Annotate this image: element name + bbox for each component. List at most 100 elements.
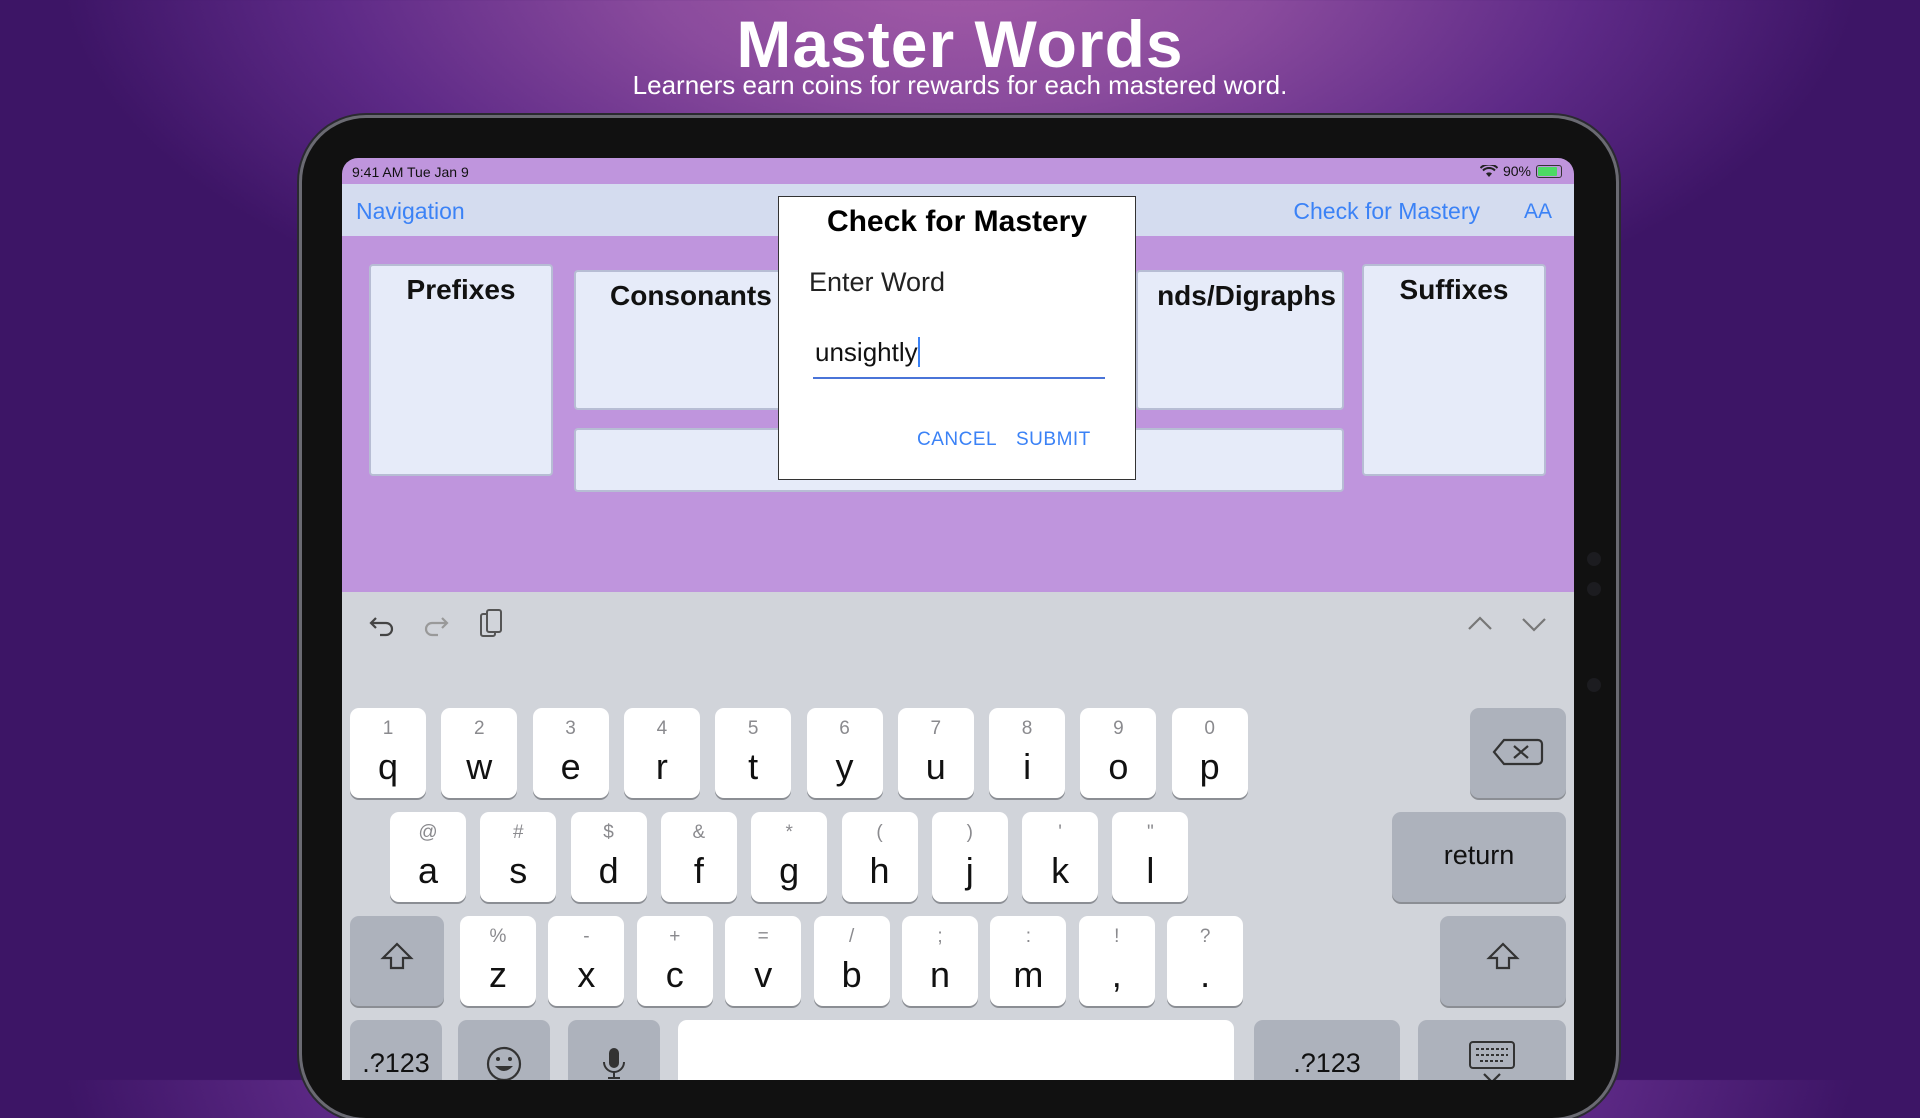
key-v[interactable]: = v xyxy=(725,916,802,1006)
key-label: u xyxy=(925,746,946,787)
key-period[interactable]: ?. xyxy=(1167,916,1244,1006)
key-e[interactable]: 3e xyxy=(532,708,609,798)
key-label: w xyxy=(466,746,493,787)
check-mastery-button[interactable]: Check for Mastery xyxy=(1293,198,1480,225)
key-alt-label: - xyxy=(583,926,590,947)
word-input-value: unsightly xyxy=(815,337,918,367)
key-a[interactable]: @ a xyxy=(390,812,466,902)
previous-field-icon[interactable] xyxy=(1466,612,1494,636)
key-label: e xyxy=(560,746,581,787)
cancel-button[interactable]: CANCEL xyxy=(917,429,997,451)
keyboard-hide-icon xyxy=(1469,1041,1515,1080)
key-p[interactable]: 0p xyxy=(1171,708,1248,798)
submit-button[interactable]: SUBMIT xyxy=(1016,429,1091,451)
key-q[interactable]: 1q xyxy=(350,708,426,798)
suffixes-panel[interactable]: Suffixes xyxy=(1362,264,1546,476)
key-alt-label: # xyxy=(513,822,524,843)
key-label: g xyxy=(779,850,800,891)
key-w[interactable]: 2w xyxy=(441,708,518,798)
battery-icon xyxy=(1536,164,1562,178)
key-alt-label: % xyxy=(489,926,507,947)
key-comma[interactable]: !, xyxy=(1078,916,1155,1006)
blends-digraphs-panel[interactable]: nds/Digraphs xyxy=(1136,270,1344,410)
key-y[interactable]: 6y xyxy=(806,708,883,798)
shift-icon xyxy=(380,942,414,970)
key-alt-label: ? xyxy=(1199,926,1211,947)
key-alt-label: $ xyxy=(603,822,614,843)
key-alt-label: + xyxy=(669,926,681,947)
key-label: . xyxy=(1200,954,1211,995)
key-x[interactable]: -x xyxy=(548,916,625,1006)
key-j[interactable]: ) j xyxy=(931,812,1008,902)
text-size-button[interactable]: AA xyxy=(1524,200,1552,224)
consonants-label: Consonants xyxy=(610,280,772,311)
key-alt-label: ; xyxy=(937,926,943,947)
key-label: o xyxy=(1108,746,1129,787)
key-alt-label: @ xyxy=(418,822,438,843)
key-label: , xyxy=(1111,954,1122,995)
key-r[interactable]: 4r xyxy=(623,708,700,798)
undo-icon[interactable] xyxy=(368,610,396,638)
key-label: j xyxy=(965,850,974,891)
key-n[interactable]: ; n xyxy=(902,916,978,1006)
key-alt-label: ( xyxy=(876,822,883,843)
return-key[interactable]: return xyxy=(1392,812,1566,902)
shift-key-right[interactable] xyxy=(1440,916,1566,1006)
key-label: t xyxy=(748,746,759,787)
microphone-key[interactable] xyxy=(568,1020,660,1080)
key-label: y xyxy=(835,746,854,787)
promo-subtitle: Learners earn coins for rewards for each… xyxy=(632,70,1288,100)
key-m[interactable]: :m xyxy=(990,916,1067,1006)
navigation-button[interactable]: Navigation xyxy=(356,198,465,225)
key-f[interactable]: & f xyxy=(660,812,737,902)
paste-icon[interactable] xyxy=(478,608,504,640)
key-l[interactable]: " l xyxy=(1112,812,1189,902)
key-alt-label: & xyxy=(692,822,706,843)
dialog-prompt: Enter Word xyxy=(809,267,946,297)
key-label: z xyxy=(489,954,507,995)
key-label: b xyxy=(841,954,862,995)
key-i[interactable]: 8i xyxy=(989,708,1066,798)
emoji-key[interactable] xyxy=(458,1020,550,1080)
space-key[interactable] xyxy=(678,1020,1234,1080)
return-key-label: return xyxy=(1443,840,1515,870)
check-mastery-dialog: Check for Mastery Enter Word unsightly C… xyxy=(778,196,1136,480)
hide-keyboard-key[interactable] xyxy=(1418,1020,1566,1080)
redo-icon[interactable] xyxy=(422,610,450,638)
key-label: m xyxy=(1013,954,1044,995)
delete-icon xyxy=(1492,738,1544,766)
key-g[interactable]: * g xyxy=(751,812,828,902)
key-z[interactable]: % z xyxy=(460,916,536,1006)
next-field-icon[interactable] xyxy=(1520,612,1548,636)
key-alt-label: : xyxy=(1025,926,1032,947)
shift-icon xyxy=(1486,942,1520,970)
shift-key-left[interactable] xyxy=(350,916,444,1006)
key-h[interactable]: (h xyxy=(841,812,918,902)
microphone-icon xyxy=(603,1048,625,1079)
numbers-key-right[interactable]: .?123 xyxy=(1254,1020,1400,1080)
battery-percent: 90% xyxy=(1502,163,1531,179)
key-alt-label: 1 xyxy=(382,718,394,739)
delete-key[interactable] xyxy=(1470,708,1566,798)
key-alt-label: 7 xyxy=(930,718,942,739)
word-input[interactable]: unsightly xyxy=(813,337,1105,379)
key-d[interactable]: $ d xyxy=(570,812,647,902)
key-label: n xyxy=(929,954,951,995)
consonants-panel[interactable]: Consonants xyxy=(574,270,783,410)
key-alt-label: ) xyxy=(966,822,973,843)
key-alt-label: 0 xyxy=(1204,718,1215,739)
key-k[interactable]: ' k xyxy=(1022,812,1099,902)
key-s[interactable]: # s xyxy=(480,812,557,902)
key-label: q xyxy=(377,746,399,787)
wifi-icon xyxy=(1479,164,1498,177)
key-o[interactable]: 9o xyxy=(1080,708,1157,798)
prefixes-panel[interactable]: Prefixes xyxy=(369,264,553,476)
numbers-key-left[interactable]: .?123 xyxy=(350,1020,442,1080)
key-b[interactable]: / b xyxy=(813,916,890,1006)
key-alt-label: " xyxy=(1147,822,1154,843)
key-c[interactable]: + c xyxy=(636,916,713,1006)
key-label: p xyxy=(1199,746,1220,787)
key-u[interactable]: 7u xyxy=(897,708,974,798)
blends-digraphs-label: nds/Digraphs xyxy=(1157,280,1336,311)
key-t[interactable]: 5t xyxy=(715,708,792,798)
